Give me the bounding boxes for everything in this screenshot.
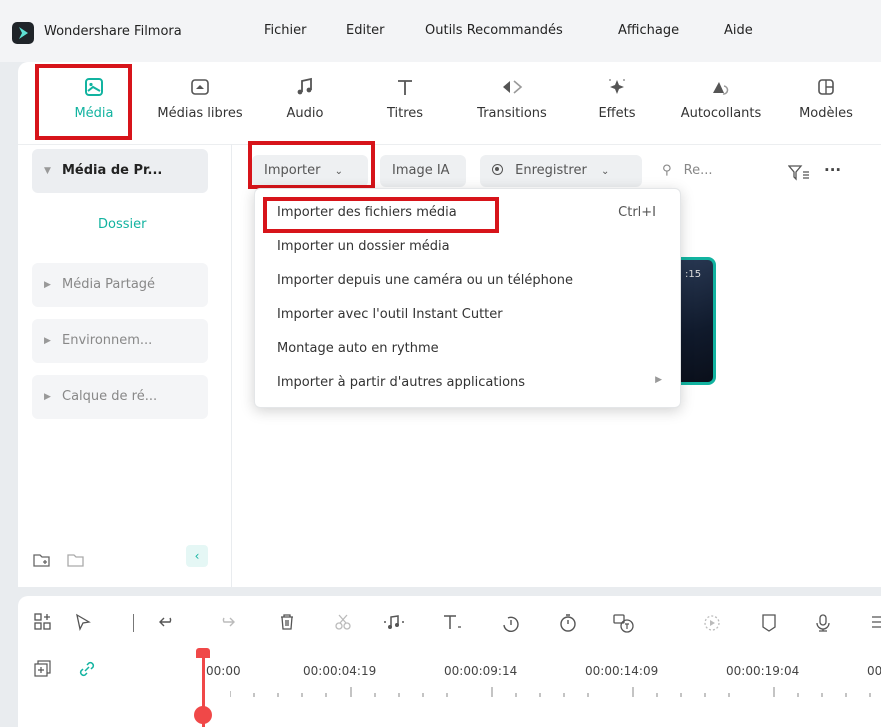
menu-aide[interactable]: Aide — [724, 23, 753, 38]
highlight-import-media-files — [263, 197, 499, 233]
left-panel: ▼ Média de Pr... Dossier ▶ Média Partagé… — [18, 144, 231, 587]
collapse-panel-button[interactable]: ‹ — [186, 545, 208, 567]
marker-icon[interactable] — [760, 613, 778, 633]
select-cursor-icon[interactable] — [74, 613, 94, 631]
template-icon — [818, 79, 834, 95]
sidebar-item-environment[interactable]: ▶ Environnem... — [32, 319, 208, 363]
menu-item-import-media-folder[interactable]: Importer un dossier média — [277, 239, 450, 254]
ruler-time-5: 00 — [867, 664, 881, 678]
triangle-right-icon: ▶ — [44, 392, 51, 402]
menu-editer[interactable]: Editer — [346, 23, 385, 38]
shortcut-label: Ctrl+I — [618, 205, 656, 220]
tab-transitions-label: Transitions — [477, 106, 547, 121]
microphone-icon[interactable] — [814, 613, 832, 633]
redo-icon[interactable] — [218, 613, 236, 631]
media-toolbar: Média Médias libres Audio Titres Transit… — [18, 62, 881, 144]
sidebar-item-adjustment-layer[interactable]: ▶ Calque de ré... — [32, 375, 208, 419]
transition-arrows-icon — [503, 80, 523, 94]
free-media-icon — [191, 79, 209, 95]
search-field[interactable]: ⚲ Re... — [662, 163, 713, 178]
sidebar-item-label: Média de Pr... — [62, 163, 163, 178]
ruler-time-3: 00:00:14:09 — [585, 664, 659, 678]
menu-item-import-other-apps[interactable]: Importer à partir d'autres applications — [277, 375, 525, 390]
triangle-right-icon: ▶ — [44, 280, 51, 290]
sidebar-item-project-media[interactable]: ▼ Média de Pr... — [32, 149, 208, 193]
sticker-icon — [713, 82, 729, 95]
menu-outils-recommandes[interactable]: Outils Recommandés — [425, 23, 563, 38]
triangle-right-icon: ▶ — [44, 336, 51, 346]
menu-affichage[interactable]: Affichage — [618, 23, 679, 38]
tab-audio[interactable]: Audio — [280, 76, 330, 121]
record-label: Enregistrer — [515, 163, 587, 178]
chevron-down-icon: ⌄ — [600, 166, 610, 177]
new-folder-icon[interactable] — [32, 551, 52, 569]
search-icon: ⚲ — [662, 163, 672, 178]
menu-item-instant-cutter[interactable]: Importer avec l'outil Instant Cutter — [277, 307, 503, 322]
record-icon — [492, 164, 503, 175]
audio-beat-icon[interactable] — [382, 613, 406, 631]
menu-item-auto-beat-sync[interactable]: Montage auto en rythme — [277, 341, 439, 356]
ruler-time-0: 00:00 — [206, 664, 241, 678]
sidebar-item-label: Média Partagé — [62, 277, 156, 292]
tab-stickers[interactable]: Autocollants — [672, 76, 770, 121]
sidebar-item-label: Environnem... — [62, 333, 153, 348]
ai-image-button[interactable]: Image IA — [380, 155, 466, 187]
folder-icon[interactable] — [66, 551, 86, 569]
record-button[interactable]: Enregistrer ⌄ — [480, 155, 642, 187]
highlight-import-button — [248, 141, 375, 189]
tab-templates[interactable]: Modèles — [794, 76, 858, 121]
highlight-media-tab — [35, 64, 132, 140]
ruler-time-4: 00:00:19:04 — [726, 664, 800, 678]
ruler-time-1: 00:00:04:19 — [303, 664, 377, 678]
submenu-arrow-icon: ▶ — [655, 375, 662, 385]
tab-titles[interactable]: Titres — [380, 76, 430, 121]
scissors-icon[interactable] — [334, 613, 352, 631]
ruler-ticks — [230, 687, 871, 697]
text-t-icon — [398, 80, 412, 95]
search-placeholder: Re... — [683, 163, 713, 178]
tab-free-media[interactable]: Médias libres — [148, 76, 252, 121]
add-track-icon[interactable] — [34, 660, 52, 678]
link-icon[interactable] — [78, 660, 96, 678]
ai-image-label: Image IA — [392, 163, 450, 178]
tab-templates-label: Modèles — [799, 106, 853, 121]
music-note-icon — [297, 77, 312, 95]
filmora-logo-icon — [12, 22, 34, 44]
delete-icon[interactable] — [278, 613, 296, 631]
title-bar: Wondershare Filmora Fichier Editer Outil… — [0, 0, 881, 62]
menu-lines-icon[interactable] — [872, 613, 881, 631]
triangle-down-icon: ▼ — [44, 166, 51, 176]
undo-icon[interactable] — [158, 613, 176, 631]
more-options-icon[interactable]: ··· — [824, 161, 841, 179]
sidebar-item-label: Calque de ré... — [62, 389, 158, 404]
tab-titles-label: Titres — [386, 106, 424, 121]
tab-effects-label: Effets — [598, 106, 636, 121]
text-tool-icon[interactable] — [442, 613, 464, 631]
thumbnail-duration: :15 — [685, 269, 702, 280]
tab-stickers-label: Autocollants — [680, 106, 762, 121]
timeline-ruler[interactable]: 00:00 00:00:04:19 00:00:09:14 00:00:14:0… — [18, 646, 881, 727]
layout-grid-icon[interactable] — [34, 613, 52, 631]
menu-item-import-from-camera[interactable]: Importer depuis une caméra ou un télépho… — [277, 273, 573, 288]
sidebar-item-shared-media[interactable]: ▶ Média Partagé — [32, 263, 208, 307]
tab-audio-label: Audio — [286, 106, 324, 121]
speech-to-text-icon[interactable] — [612, 613, 636, 633]
filter-icon[interactable] — [788, 165, 810, 181]
ai-effect-icon[interactable] — [702, 613, 722, 633]
app-name: Wondershare Filmora — [44, 24, 182, 39]
sidebar-item-folder[interactable]: Dossier — [98, 217, 146, 232]
timer-icon[interactable] — [558, 613, 578, 633]
tab-effects[interactable]: Effets — [592, 76, 642, 121]
playhead-knob[interactable] — [194, 706, 212, 724]
tab-free-media-label: Médias libres — [157, 106, 243, 121]
ruler-time-2: 00:00:09:14 — [444, 664, 518, 678]
sparkle-icon — [609, 79, 625, 94]
speed-icon[interactable] — [500, 613, 522, 633]
timeline-panel: 00:00 00:00:04:19 00:00:09:14 00:00:14:0… — [18, 596, 881, 727]
tab-transitions[interactable]: Transitions — [470, 76, 554, 121]
toolbar-divider — [133, 614, 134, 632]
left-panel-footer — [32, 551, 86, 573]
menu-fichier[interactable]: Fichier — [264, 23, 307, 38]
timeline-toolbar — [18, 596, 881, 646]
